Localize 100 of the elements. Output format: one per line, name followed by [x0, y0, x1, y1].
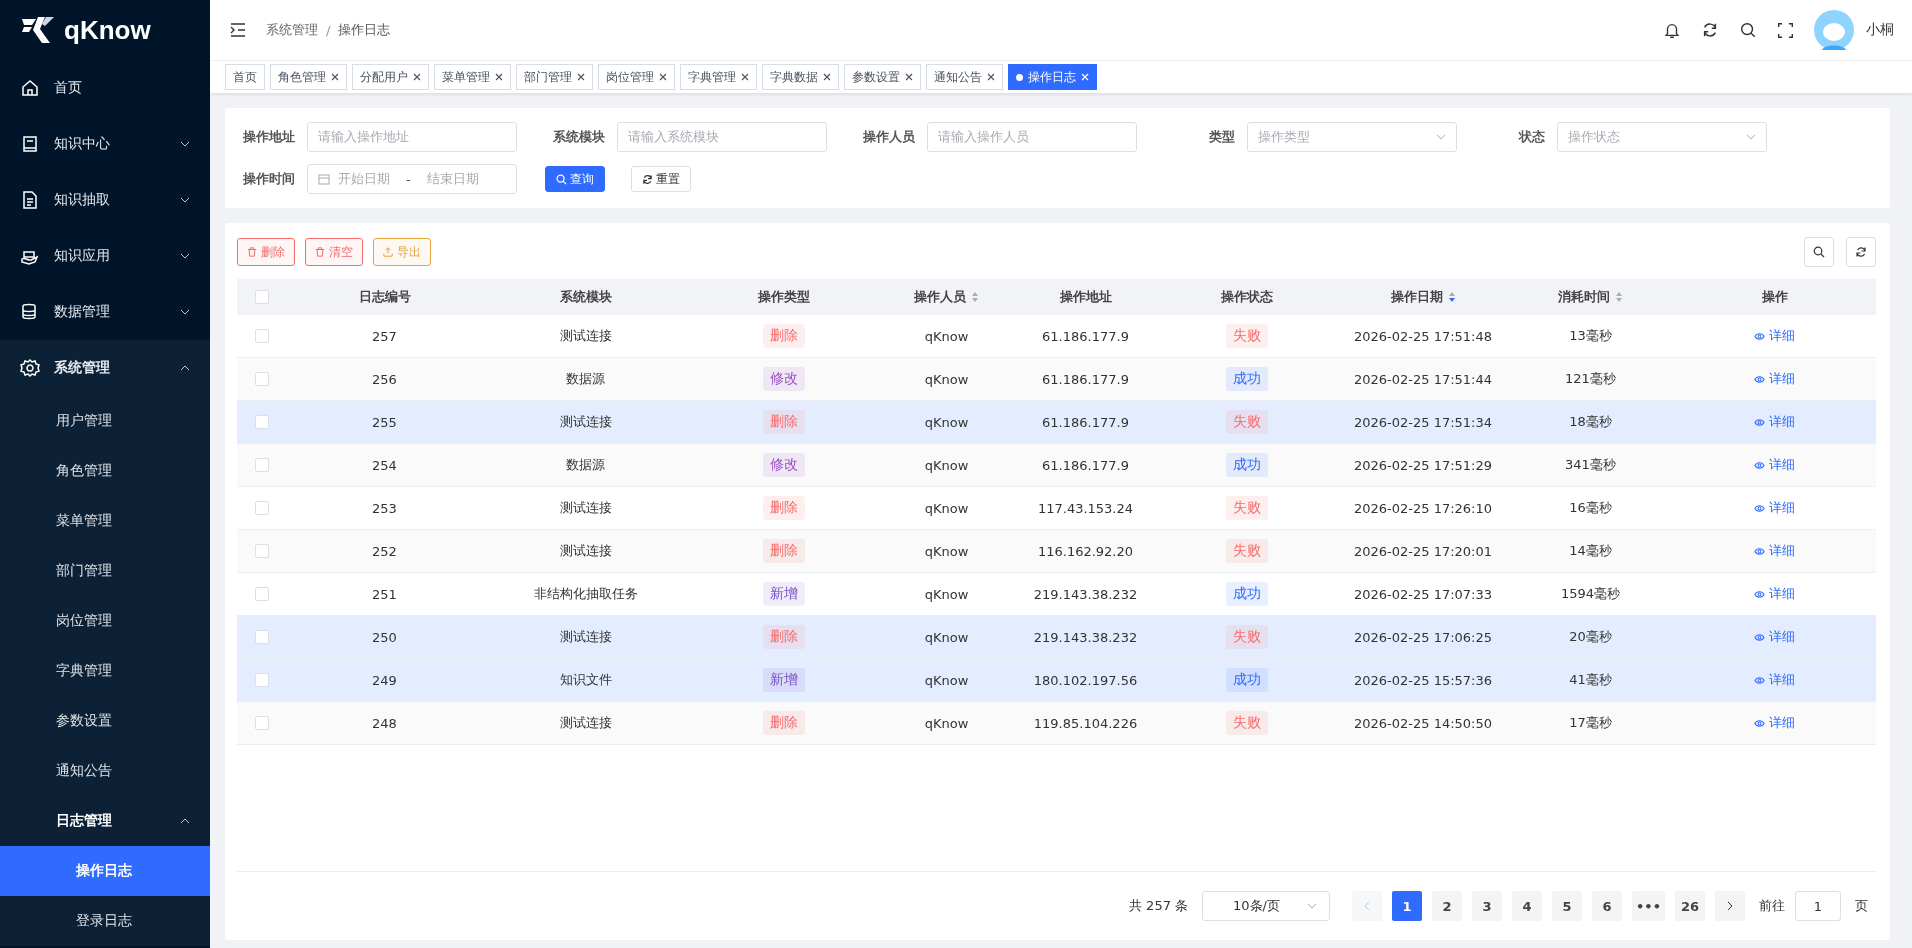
search-icon[interactable] [1739, 21, 1757, 39]
page-button[interactable]: 4 [1512, 891, 1543, 921]
checkbox[interactable] [255, 290, 269, 304]
sidebar-item[interactable]: 知识中心 [0, 116, 210, 172]
table-row[interactable]: 252 测试连接 删除 qKnow 116.162.92.20 失败 2026-02-25 17:20:01 14毫秒 详细 [237, 530, 1876, 573]
sort-icon[interactable] [1447, 291, 1456, 303]
sidebar-item[interactable]: 操作日志 [0, 846, 210, 896]
tab[interactable]: 菜单管理 [434, 64, 511, 90]
column-header[interactable]: 操作人员 [914, 288, 966, 306]
close-icon[interactable] [905, 73, 913, 81]
detail-link[interactable]: 详细 [1754, 327, 1795, 345]
close-icon[interactable] [577, 73, 585, 81]
table-row[interactable]: 255 测试连接 删除 qKnow 61.186.177.9 失败 2026-02-25 17:51:34 18毫秒 详细 [237, 401, 1876, 444]
sidebar-item[interactable]: 系统管理 [0, 340, 210, 396]
detail-link[interactable]: 详细 [1754, 714, 1795, 732]
checkbox[interactable] [255, 458, 269, 472]
column-header[interactable]: 操作日期 [1390, 288, 1443, 306]
date-range-field[interactable]: 开始日期 - 结束日期 [307, 164, 517, 194]
tab[interactable]: 字典管理 [680, 64, 757, 90]
page-button[interactable]: 1 [1392, 891, 1423, 921]
field-label: 操作人员 [862, 128, 915, 146]
checkbox[interactable] [255, 501, 269, 515]
page-button[interactable]: 26 [1675, 891, 1705, 921]
sidebar-item[interactable]: 首页 [0, 60, 210, 116]
sidebar-item[interactable]: 知识抽取 [0, 172, 210, 228]
breadcrumb-item[interactable]: 系统管理 [266, 21, 318, 39]
close-icon[interactable] [741, 73, 749, 81]
sidebar-item[interactable]: 数据管理 [0, 284, 210, 340]
tab[interactable]: 通知公告 [926, 64, 1003, 90]
search-button[interactable] [1804, 237, 1834, 267]
type-tag: 删除 [763, 496, 805, 520]
user-name[interactable]: 小桐 [1866, 21, 1894, 39]
refresh-button[interactable] [1846, 237, 1876, 267]
menu-icon[interactable] [230, 23, 246, 37]
table-row[interactable]: 250 测试连接 删除 qKnow 219.143.38.232 失败 2026-02-25 17:06:25 20毫秒 详细 [237, 616, 1876, 659]
sidebar-item[interactable]: 日志管理 [0, 796, 210, 846]
detail-link[interactable]: 详细 [1754, 370, 1795, 388]
avatar[interactable] [1814, 10, 1854, 50]
sidebar-item[interactable]: 字典管理 [0, 646, 210, 696]
checkbox[interactable] [255, 673, 269, 687]
page-button[interactable]: 2 [1432, 891, 1463, 921]
sidebar-item[interactable]: 用户管理 [0, 396, 210, 446]
sidebar-item[interactable]: 登录日志 [0, 896, 210, 946]
sidebar-item[interactable]: 参数设置 [0, 696, 210, 746]
table-cell: qKnow [924, 629, 969, 645]
checkbox[interactable] [255, 544, 269, 558]
checkbox[interactable] [255, 329, 269, 343]
table-cell: 测试连接 [559, 327, 612, 345]
tab[interactable]: 字典数据 [762, 64, 839, 90]
column-header[interactable]: 消耗时间 [1558, 288, 1610, 306]
tab[interactable]: 岗位管理 [598, 64, 675, 90]
table-cell: 测试连接 [559, 714, 612, 732]
table-row[interactable]: 249 知识文件 新增 qKnow 180.102.197.56 成功 2026-02-25 15:57:36 41毫秒 详细 [237, 659, 1876, 702]
table-row[interactable]: 256 数据源 修改 qKnow 61.186.177.9 成功 2026-02-25 17:51:44 121毫秒 详细 [237, 358, 1876, 401]
detail-link[interactable]: 详细 [1754, 413, 1795, 431]
search-button[interactable]: 查询 [545, 166, 605, 192]
close-icon[interactable] [331, 73, 339, 81]
close-icon[interactable] [413, 73, 421, 81]
tab[interactable]: 首页 [225, 64, 265, 90]
page-button[interactable]: ••• [1632, 891, 1665, 921]
checkbox[interactable] [255, 587, 269, 601]
sidebar-item[interactable]: 岗位管理 [0, 596, 210, 646]
close-icon[interactable] [987, 73, 995, 81]
checkbox[interactable] [255, 372, 269, 386]
bell-icon[interactable] [1663, 21, 1681, 39]
close-icon[interactable] [823, 73, 831, 81]
reset-button[interactable]: 重置 [631, 166, 691, 192]
checkbox[interactable] [255, 630, 269, 644]
detail-link[interactable]: 详细 [1754, 585, 1795, 603]
page-button[interactable]: 5 [1552, 891, 1583, 921]
eye-icon [1754, 330, 1765, 342]
detail-link[interactable]: 详细 [1754, 628, 1795, 646]
detail-link[interactable]: 详细 [1754, 456, 1795, 474]
checkbox[interactable] [255, 716, 269, 730]
detail-link[interactable]: 详细 [1754, 542, 1795, 560]
sidebar-item[interactable]: 角色管理 [0, 446, 210, 496]
tab[interactable]: 角色管理 [270, 64, 347, 90]
sidebar-item[interactable]: 部门管理 [0, 546, 210, 596]
table-cell: 14毫秒 [1569, 542, 1612, 560]
detail-link[interactable]: 详细 [1754, 671, 1795, 689]
detail-link[interactable]: 详细 [1754, 499, 1795, 517]
table-row[interactable]: 248 测试连接 删除 qKnow 119.85.104.226 失败 2026-02-25 14:50:50 17毫秒 详细 [237, 702, 1876, 745]
close-icon[interactable] [659, 73, 667, 81]
close-icon[interactable] [495, 73, 503, 81]
tab[interactable]: 参数设置 [844, 64, 921, 90]
table-cell: 2026-02-25 14:50:50 [1353, 715, 1493, 731]
refresh-icon[interactable] [1701, 21, 1719, 39]
sidebar-item[interactable]: 菜单管理 [0, 496, 210, 546]
checkbox[interactable] [255, 415, 269, 429]
tab[interactable]: 操作日志 [1008, 64, 1097, 90]
page-input[interactable]: 1 [1795, 891, 1841, 921]
page-button[interactable]: 3 [1472, 891, 1503, 921]
page-size-select[interactable]: 10条/页 [1202, 891, 1331, 921]
sidebar-item[interactable]: 知识应用 [0, 228, 210, 284]
fullscreen-icon[interactable] [1777, 21, 1794, 39]
tab[interactable]: 部门管理 [516, 64, 593, 90]
tab[interactable]: 分配用户 [352, 64, 429, 90]
sidebar-item[interactable]: 通知公告 [0, 746, 210, 796]
table-row[interactable]: 254 数据源 修改 qKnow 61.186.177.9 成功 2026-02-25 17:51:29 341毫秒 详细 [237, 444, 1876, 487]
page-button[interactable]: 6 [1592, 891, 1623, 921]
